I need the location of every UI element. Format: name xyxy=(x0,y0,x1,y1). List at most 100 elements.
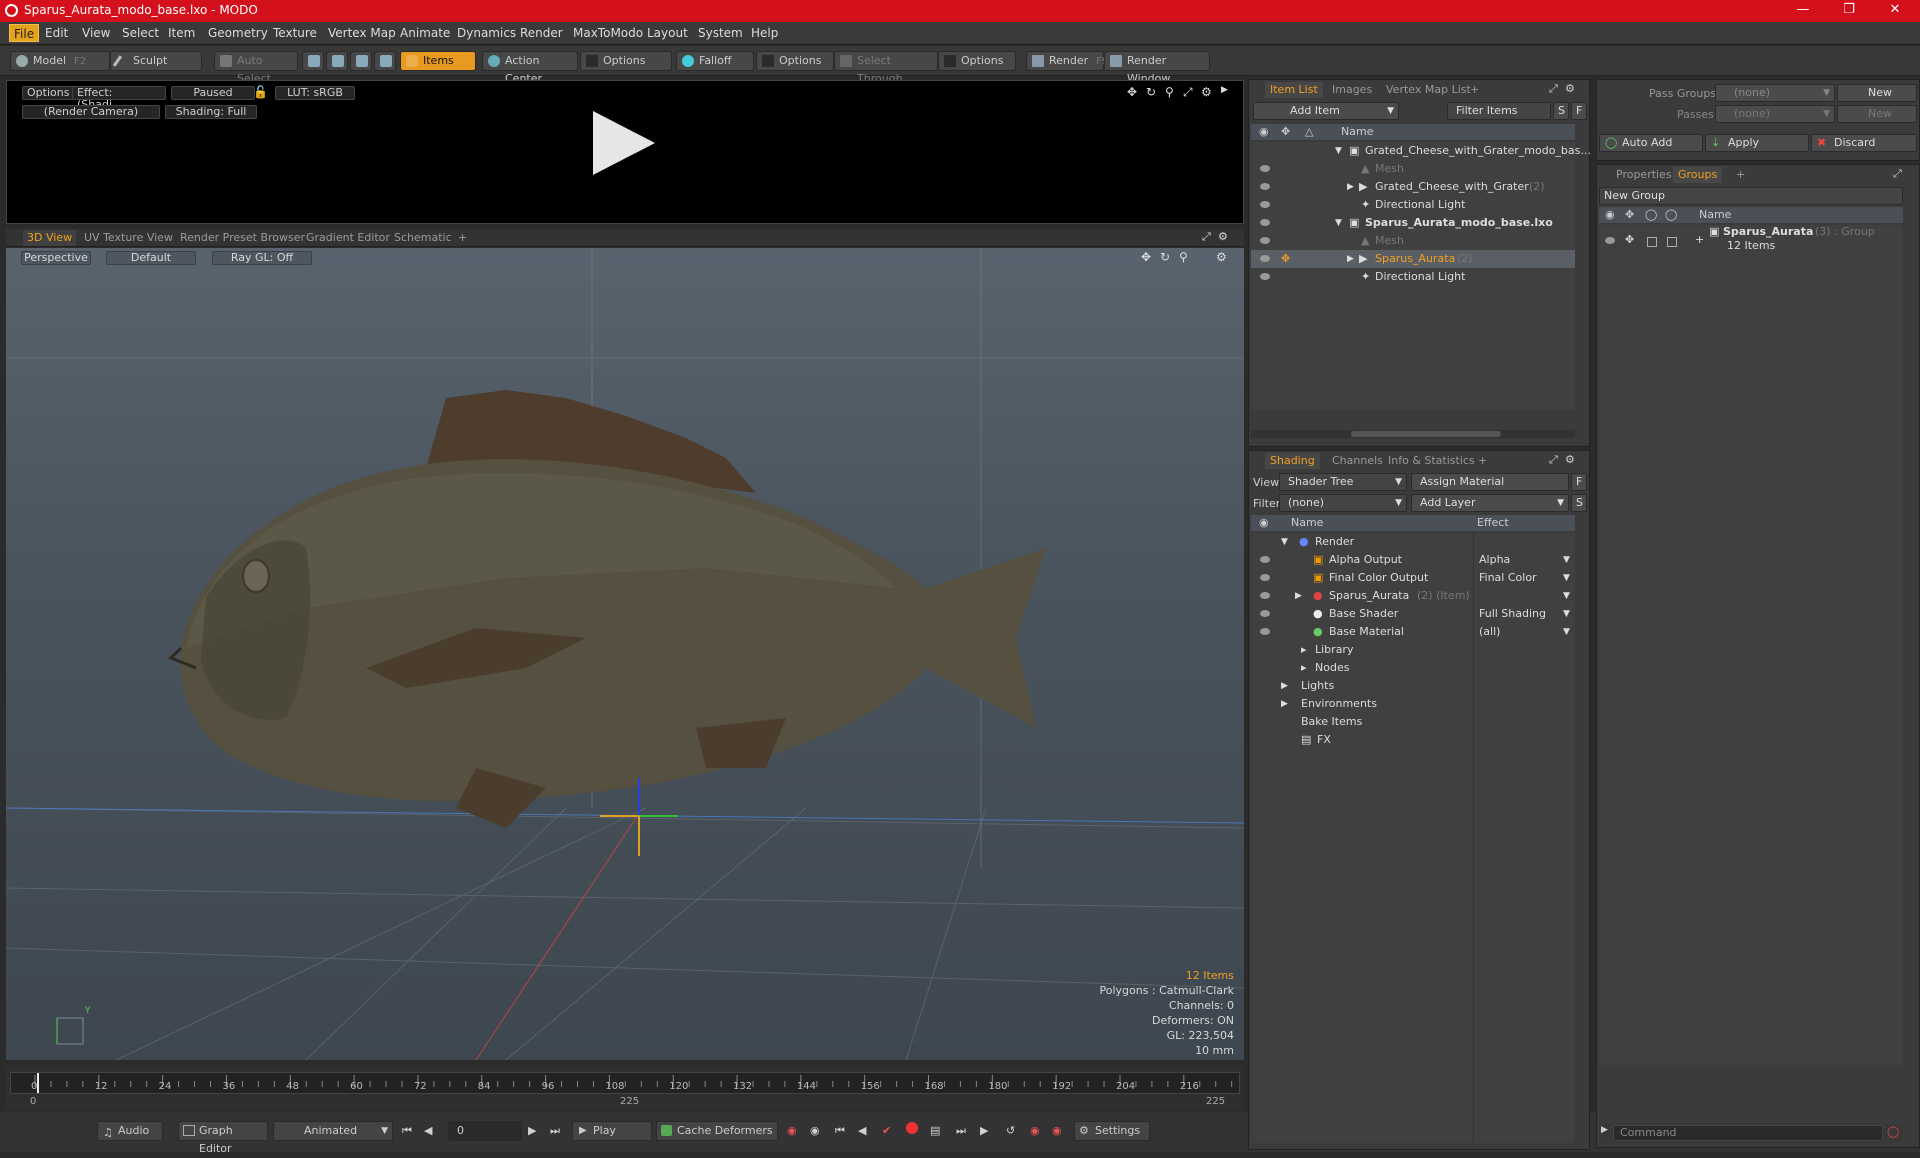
list-item[interactable]: ▶ Lights xyxy=(1251,677,1575,695)
menu-dynamics[interactable]: Dynamics xyxy=(457,26,516,40)
expand-arrow-icon[interactable]: ▼ xyxy=(1335,214,1342,232)
list-item[interactable]: ▣ Alpha Output Alpha ▼ xyxy=(1251,551,1575,569)
key-prev-icon[interactable]: ⏮ xyxy=(835,1124,845,1138)
polygons-mode-button[interactable] xyxy=(350,51,372,71)
effect-dropdown[interactable]: Effect: (Shadi... xyxy=(72,86,166,111)
minimize-icon[interactable]: — xyxy=(1788,2,1818,20)
key-last-icon[interactable]: ▶ xyxy=(980,1124,988,1137)
effect-value[interactable]: Final Color xyxy=(1479,569,1537,587)
shader-tree[interactable]: ▼ ● Render ▣ Alpha Output Alpha ▼ ▣ Final Colo… xyxy=(1251,533,1575,1143)
rotate-icon[interactable]: ↻ xyxy=(1146,85,1156,99)
visibility-icon[interactable] xyxy=(1260,628,1270,635)
tab-info-statistics[interactable]: Info & Statistics xyxy=(1383,453,1480,469)
list-item[interactable]: ▼ ▣ Sparus_Aurata_modo_base.lxo xyxy=(1251,214,1575,232)
expand-arrow-icon[interactable]: ▶ xyxy=(1295,587,1302,605)
tab-gradient-editor[interactable]: Gradient Editor xyxy=(302,230,394,246)
chevron-down-icon[interactable]: ▼ xyxy=(1563,587,1570,605)
list-item[interactable]: ✥ + ▣ Sparus_Aurata (3) : Group 12 Items xyxy=(1599,225,1903,259)
select-checkbox[interactable] xyxy=(1667,237,1677,247)
menu-animate[interactable]: Animate xyxy=(400,26,450,40)
falloff-button[interactable]: Falloff xyxy=(676,51,754,71)
expand-arrow-icon[interactable]: ▶ xyxy=(1347,178,1354,196)
materials-mode-button[interactable] xyxy=(374,51,396,71)
gear-icon[interactable]: ⚙ xyxy=(1218,230,1228,243)
list-item[interactable]: ▣ Final Color Output Final Color ▼ xyxy=(1251,569,1575,587)
visibility-icon[interactable] xyxy=(1260,574,1270,581)
new-pass-group-button[interactable]: New xyxy=(1837,84,1917,102)
list-item[interactable]: ✦ Directional Light xyxy=(1251,268,1575,286)
expand-arrow-icon[interactable]: ▼ xyxy=(1281,533,1288,551)
scrollbar-thumb[interactable] xyxy=(1351,431,1501,437)
camera-dropdown[interactable]: (Render Camera) xyxy=(22,105,160,119)
key-step-icon[interactable]: ◀ xyxy=(858,1124,866,1137)
action-center-button[interactable]: Action Center xyxy=(482,51,578,85)
delete-key-icon[interactable]: ◉ xyxy=(1030,1124,1040,1137)
tab-render-preset-browser[interactable]: Render Preset Browser xyxy=(176,230,309,246)
expand-arrow-icon[interactable]: ▶ xyxy=(1347,250,1354,268)
chevron-down-icon[interactable]: ▼ xyxy=(1563,551,1570,569)
list-item[interactable]: ✦ Directional Light xyxy=(1251,196,1575,214)
key-icon[interactable]: ✔ xyxy=(882,1124,891,1137)
command-stop-icon[interactable]: ◯ xyxy=(1887,1125,1899,1138)
graph-editor-button[interactable]: Graph Editor xyxy=(178,1121,268,1155)
visibility-icon[interactable] xyxy=(1260,201,1270,208)
visibility-icon[interactable] xyxy=(1260,273,1270,280)
visibility-icon[interactable] xyxy=(1260,556,1270,563)
visibility-icon[interactable] xyxy=(1260,219,1270,226)
effect-value[interactable]: Full Shading xyxy=(1479,605,1546,623)
assign-material-button[interactable]: Assign Material xyxy=(1411,473,1569,491)
tab-item-list[interactable]: Item List xyxy=(1265,82,1323,98)
model-button[interactable]: Model F2 xyxy=(10,51,110,71)
expand-arrow-icon[interactable]: ▼ xyxy=(1335,142,1342,160)
animated-dropdown[interactable]: Animated ▼ xyxy=(273,1121,393,1141)
select-through-options-button[interactable]: Options xyxy=(938,51,1016,71)
last-frame-icon[interactable]: ⏭ xyxy=(550,1124,560,1138)
lut-dropdown[interactable]: LUT: sRGB xyxy=(275,86,355,100)
list-item[interactable]: ● Base Shader Full Shading ▼ xyxy=(1251,605,1575,623)
list-item[interactable]: ▲ Mesh xyxy=(1251,160,1575,178)
maximize-icon[interactable]: ⤢ xyxy=(1549,453,1558,467)
gear-icon[interactable]: ⚙ xyxy=(1565,82,1575,95)
play-button[interactable]: ▶ Play xyxy=(572,1121,652,1141)
auto-key-icon[interactable]: ◉ xyxy=(810,1124,820,1137)
falloff-options-button[interactable]: Options xyxy=(756,51,834,71)
shading-dropdown[interactable]: Shading: Full xyxy=(165,105,257,119)
tab-schematic[interactable]: Schematic xyxy=(390,230,456,246)
move-icon[interactable]: ✥ xyxy=(1127,85,1137,99)
render-preview[interactable]: Options Effect: (Shadi... Paused 🔓 LUT: … xyxy=(6,80,1244,224)
menu-select[interactable]: Select xyxy=(122,26,159,40)
maximize-icon[interactable]: ⤢ xyxy=(1183,85,1193,100)
gear-icon[interactable]: ⚙ xyxy=(1565,453,1575,466)
timeline[interactable]: 0 12 24 36 48 60 72 84 96 108 120 132 144 156 168 180 19… xyxy=(6,1066,1244,1110)
edges-mode-button[interactable] xyxy=(326,51,348,71)
horizontal-scrollbar[interactable] xyxy=(1251,430,1575,438)
loop-icon[interactable]: ↺ xyxy=(1006,1124,1015,1137)
clear-keys-icon[interactable]: ◉ xyxy=(1052,1124,1062,1137)
select-through-button[interactable]: Select Through xyxy=(834,51,938,85)
add-item-dropdown[interactable]: Add Item ▼ xyxy=(1253,102,1399,120)
tab-images[interactable]: Images xyxy=(1327,82,1377,98)
visibility-icon[interactable] xyxy=(1605,237,1615,244)
f-button[interactable]: F xyxy=(1571,473,1587,491)
tab-channels[interactable]: Channels xyxy=(1327,453,1388,469)
settings-button[interactable]: ⚙ Settings xyxy=(1074,1121,1150,1141)
action-center-options-button[interactable]: Options xyxy=(580,51,672,71)
item-list-tree[interactable]: ▼ ▣ Grated_Cheese_with_Grater_modo_bas... … xyxy=(1251,142,1591,410)
tab-properties[interactable]: Properties xyxy=(1611,167,1677,183)
s-button[interactable]: S xyxy=(1571,494,1587,512)
next-key-icon[interactable]: ▶ xyxy=(528,1124,536,1137)
menu-edit[interactable]: Edit xyxy=(45,26,68,40)
chevron-down-icon[interactable]: ▼ xyxy=(1563,623,1570,641)
items-mode-button[interactable]: Items xyxy=(400,51,476,71)
expand-arrow-icon[interactable]: ▶ xyxy=(1281,677,1288,695)
effect-value[interactable]: (all) xyxy=(1479,623,1500,641)
list-item[interactable]: ▤ FX xyxy=(1251,731,1575,749)
add-tab-button[interactable]: + xyxy=(1473,453,1492,469)
audio-button[interactable]: ♫ Audio xyxy=(97,1121,163,1141)
lock-icon[interactable]: 🔓 xyxy=(253,85,268,99)
move-icon[interactable]: ✥ xyxy=(1141,250,1151,264)
3d-viewport[interactable]: Y Perspective Default Ray GL: Off ✥ ↻ ⚲ … xyxy=(6,248,1244,1060)
lock-icon[interactable]: ✥ xyxy=(1625,231,1634,249)
add-tab-button[interactable]: + xyxy=(1731,167,1750,183)
list-item[interactable]: ▶ Environments xyxy=(1251,695,1575,713)
